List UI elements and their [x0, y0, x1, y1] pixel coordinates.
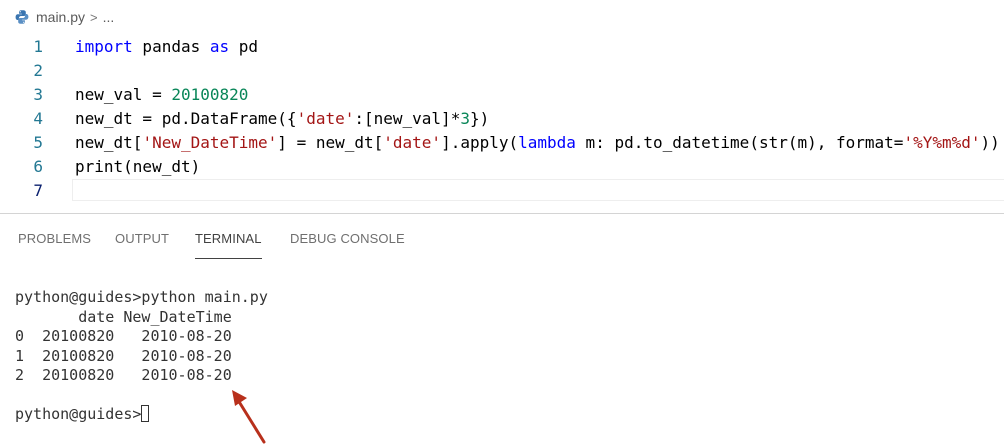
- terminal-table-row: 0 20100820 2010-08-20: [15, 327, 232, 345]
- code-text: new_dt['New_DateTime'] = new_dt['date'].…: [75, 131, 1000, 155]
- breadcrumb-ellipsis[interactable]: ...: [103, 9, 115, 25]
- code-text: print(new_dt): [75, 155, 200, 179]
- line-number: 1: [33, 37, 43, 56]
- code-token: pd: [229, 37, 259, 56]
- code-token: as: [209, 37, 230, 56]
- tab-output[interactable]: OUTPUT: [115, 229, 169, 259]
- line-number: 3: [33, 85, 43, 104]
- terminal-table-header: date New_DateTime: [15, 307, 232, 326]
- code-token: ].apply(: [441, 133, 519, 152]
- panel-tabs: PROBLEMS OUTPUT TERMINAL DEBUG CONSOLE: [0, 229, 1004, 259]
- panel-divider: [0, 213, 1004, 214]
- line-number: 7: [33, 181, 43, 200]
- code-token: m: pd.to_datetime(str(m), format=: [575, 133, 904, 152]
- line-number: 5: [33, 133, 43, 152]
- code-token: 'date': [383, 133, 442, 152]
- code-line[interactable]: 3 new_val = 20100820: [0, 83, 1004, 107]
- tab-problems[interactable]: PROBLEMS: [18, 229, 91, 259]
- python-file-icon: [14, 9, 30, 25]
- code-text: import pandas as pd: [75, 35, 258, 59]
- breadcrumb-separator: >: [90, 9, 98, 25]
- code-token: 20100820: [171, 85, 249, 104]
- code-token: :[new_val]*: [354, 109, 461, 128]
- terminal-prompt: python@guides>: [15, 405, 142, 423]
- code-token: pandas: [132, 37, 210, 56]
- code-line[interactable]: 4 new_dt = pd.DataFrame({'date':[new_val]…: [0, 107, 1004, 131]
- code-token: 'date': [296, 109, 355, 128]
- code-token: )): [980, 133, 1000, 152]
- code-token: }): [469, 109, 490, 128]
- breadcrumb-file[interactable]: main.py: [36, 9, 85, 25]
- code-token: '%Y%m%d': [903, 133, 981, 152]
- tab-debug-console[interactable]: DEBUG CONSOLE: [290, 229, 405, 259]
- code-line[interactable]: 6 print(new_dt): [0, 155, 1004, 179]
- code-token: new_dt[: [75, 133, 143, 152]
- code-token: 'New_DateTime': [142, 133, 278, 152]
- code-token: print(new_dt): [75, 157, 201, 176]
- code-line[interactable]: 2: [0, 59, 1004, 83]
- code-token: new_dt = pd.DataFrame({: [75, 109, 297, 128]
- terminal-command-line: python@guides>python main.py: [15, 288, 268, 306]
- terminal-table-row: 2 20100820 2010-08-20: [15, 366, 232, 384]
- current-line-highlight: [72, 179, 1004, 201]
- terminal-cursor: [141, 405, 150, 422]
- code-token: import: [75, 37, 133, 56]
- line-number: 4: [33, 109, 43, 128]
- code-token: new_val =: [75, 85, 172, 104]
- annotation-arrow-icon: [232, 390, 266, 444]
- line-number: 2: [33, 61, 43, 80]
- code-text: new_val = 20100820: [75, 83, 248, 107]
- code-text: new_dt = pd.DataFrame({'date':[new_val]*…: [75, 107, 489, 131]
- breadcrumb: main.py > ...: [14, 6, 114, 28]
- tab-terminal[interactable]: TERMINAL: [195, 229, 262, 259]
- terminal-table-row: 1 20100820 2010-08-20: [15, 346, 232, 365]
- code-line[interactable]: 5 new_dt['New_DateTime'] = new_dt['date']…: [0, 131, 1004, 155]
- code-token: ] = new_dt[: [277, 133, 384, 152]
- code-token: 3: [460, 109, 470, 128]
- code-line[interactable]: 1 import pandas as pd: [0, 35, 1004, 59]
- code-token: lambda: [518, 133, 576, 152]
- line-number: 6: [33, 157, 43, 176]
